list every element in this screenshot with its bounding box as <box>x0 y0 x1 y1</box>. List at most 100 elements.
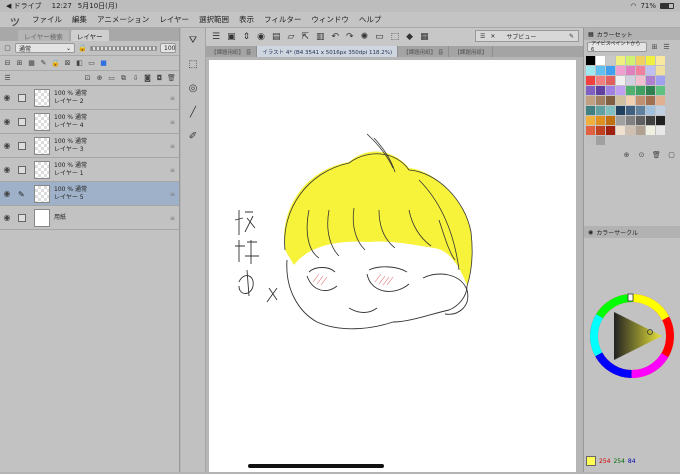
color-swatch[interactable] <box>596 66 605 75</box>
color-set-add-icon[interactable]: ⊞ <box>650 42 659 51</box>
fill-icon[interactable]: ▭ <box>375 32 384 42</box>
layer-row[interactable]: ◉ 100 % 通常 レイヤー 2 ≡ <box>0 86 179 110</box>
color-swatch[interactable] <box>586 116 595 125</box>
color-swatch[interactable] <box>636 56 645 65</box>
new-folder-icon[interactable]: ▭ <box>107 74 116 83</box>
edit-pen-icon[interactable]: ✎ <box>18 190 26 199</box>
visibility-eye-icon[interactable]: ◉ <box>0 93 14 102</box>
color-swatch[interactable] <box>586 76 595 85</box>
color-swatch[interactable] <box>636 106 645 115</box>
doc-tab-4[interactable]: 【課題用紙】 <box>449 46 494 57</box>
menu-filter[interactable]: フィルター <box>264 14 301 25</box>
layer-menu-icon[interactable]: ☰ <box>3 74 12 83</box>
subview-close-icon[interactable]: ✕ <box>490 33 495 40</box>
color-swatch[interactable] <box>586 56 595 65</box>
home-indicator[interactable] <box>248 464 384 468</box>
lock-layer-icon[interactable]: 🔒 <box>51 59 60 68</box>
doc-tab-active[interactable]: イラスト 4* (B4 3541 x 5016px 350dpi 118.2%) <box>257 46 399 57</box>
color-swatch[interactable] <box>586 96 595 105</box>
color-swatch[interactable] <box>596 96 605 105</box>
color-swatch[interactable] <box>636 96 645 105</box>
color-swatch[interactable] <box>586 136 595 145</box>
tool-pen-icon[interactable]: ╱ <box>181 100 205 124</box>
color-swatch[interactable] <box>646 96 655 105</box>
bucket-icon[interactable]: ◆ <box>406 32 413 42</box>
merge-down-icon[interactable]: ⇩ <box>131 74 140 83</box>
drag-handle-icon[interactable]: ≡ <box>170 119 175 126</box>
drag-handle-icon[interactable]: ≡ <box>170 167 175 174</box>
color-swatch[interactable] <box>626 66 635 75</box>
color-swatch[interactable] <box>606 86 615 95</box>
transform-icon[interactable]: ⬚ <box>391 32 400 42</box>
color-swatch[interactable] <box>646 86 655 95</box>
color-swatch[interactable] <box>656 106 665 115</box>
export-icon[interactable]: ▥ <box>316 32 325 42</box>
color-swatch[interactable] <box>606 126 615 135</box>
color-swatch[interactable] <box>626 56 635 65</box>
color-swatch[interactable] <box>616 66 625 75</box>
visibility-eye-icon[interactable]: ◉ <box>0 189 14 198</box>
delete-layer-icon[interactable]: 🗑 <box>167 74 176 83</box>
reference-icon[interactable]: ⊞ <box>15 59 24 68</box>
nav-updown-icon[interactable]: ⇕ <box>243 32 251 42</box>
color-swatch[interactable] <box>626 86 635 95</box>
color-swatch[interactable] <box>646 76 655 85</box>
color-swatch[interactable] <box>636 86 645 95</box>
opacity-slider[interactable] <box>90 45 157 51</box>
color-swatch[interactable] <box>636 66 645 75</box>
layer-select-checkbox[interactable] <box>18 141 26 150</box>
color-set-menu-icon[interactable]: ☰ <box>662 42 671 51</box>
color-swatch[interactable] <box>616 56 625 65</box>
color-swatch[interactable] <box>646 106 655 115</box>
tab-layer[interactable]: レイヤー <box>70 30 109 41</box>
drag-handle-icon[interactable]: ≡ <box>170 191 175 198</box>
menu-file[interactable]: ファイル <box>32 14 62 25</box>
color-swatch[interactable] <box>636 76 645 85</box>
color-swatch[interactable] <box>656 86 665 95</box>
undo-icon[interactable]: ↶ <box>332 32 340 42</box>
color-swatch[interactable] <box>616 86 625 95</box>
clip-icon[interactable]: ⊟ <box>3 59 12 68</box>
visibility-eye-icon[interactable]: ◉ <box>0 141 14 150</box>
color-swatch[interactable] <box>606 96 615 105</box>
open-icon[interactable]: ▱ <box>288 32 295 42</box>
color-swatch[interactable] <box>656 96 665 105</box>
menu-view[interactable]: 表示 <box>239 14 254 25</box>
color-swatch[interactable] <box>626 96 635 105</box>
color-swatch[interactable] <box>636 126 645 135</box>
menu-selection[interactable]: 選択範囲 <box>199 14 229 25</box>
color-set-select[interactable]: アイビスペイントから6 <box>587 41 647 53</box>
drag-handle-icon[interactable]: ≡ <box>170 143 175 150</box>
layer-row[interactable]: ◉ 用紙 ≡ <box>0 206 179 230</box>
swatch-edit-icon[interactable]: ▢ <box>667 150 676 159</box>
layer-row[interactable]: ◉ 100 % 通常 レイヤー 1 ≡ <box>0 158 179 182</box>
color-swatch[interactable] <box>596 86 605 95</box>
color-swatch[interactable] <box>626 76 635 85</box>
draft-icon[interactable]: ✎ <box>39 59 48 68</box>
swatch-replace-icon[interactable]: ⊙ <box>637 150 646 159</box>
grid-icon[interactable]: ▦ <box>420 32 429 42</box>
app-logo-icon[interactable]: ツ <box>10 14 22 29</box>
color-swatch[interactable] <box>646 56 655 65</box>
tool-lasso-icon[interactable]: ◎ <box>181 76 205 100</box>
color-swatch[interactable] <box>586 106 595 115</box>
color-swatch[interactable] <box>606 66 615 75</box>
layer-select-checkbox[interactable] <box>18 93 26 102</box>
canvas-page[interactable] <box>209 60 576 472</box>
blend-mode-select[interactable]: 通常 ⌄ <box>15 43 75 53</box>
color-swatch[interactable] <box>586 126 595 135</box>
color-swatch[interactable] <box>596 136 605 145</box>
color-swatch[interactable] <box>586 66 595 75</box>
color-swatch[interactable] <box>606 106 615 115</box>
layer-select-checkbox[interactable] <box>18 165 26 174</box>
visibility-eye-icon[interactable]: ◉ <box>0 117 14 126</box>
color-swatch[interactable] <box>586 86 595 95</box>
lock-transparent-icon[interactable]: ▦ <box>27 59 36 68</box>
color-swatch[interactable] <box>626 106 635 115</box>
new-file-icon[interactable]: ▣ <box>227 32 236 42</box>
lock-alpha-icon[interactable]: ⊠ <box>63 59 72 68</box>
menu-help[interactable]: ヘルプ <box>359 14 382 25</box>
layer-row[interactable]: ◉ ✎ 100 % 通常 レイヤー 5 ≡ <box>0 182 179 206</box>
color-swatch[interactable] <box>646 126 655 135</box>
tool-brush-icon[interactable]: ✐ <box>181 124 205 148</box>
